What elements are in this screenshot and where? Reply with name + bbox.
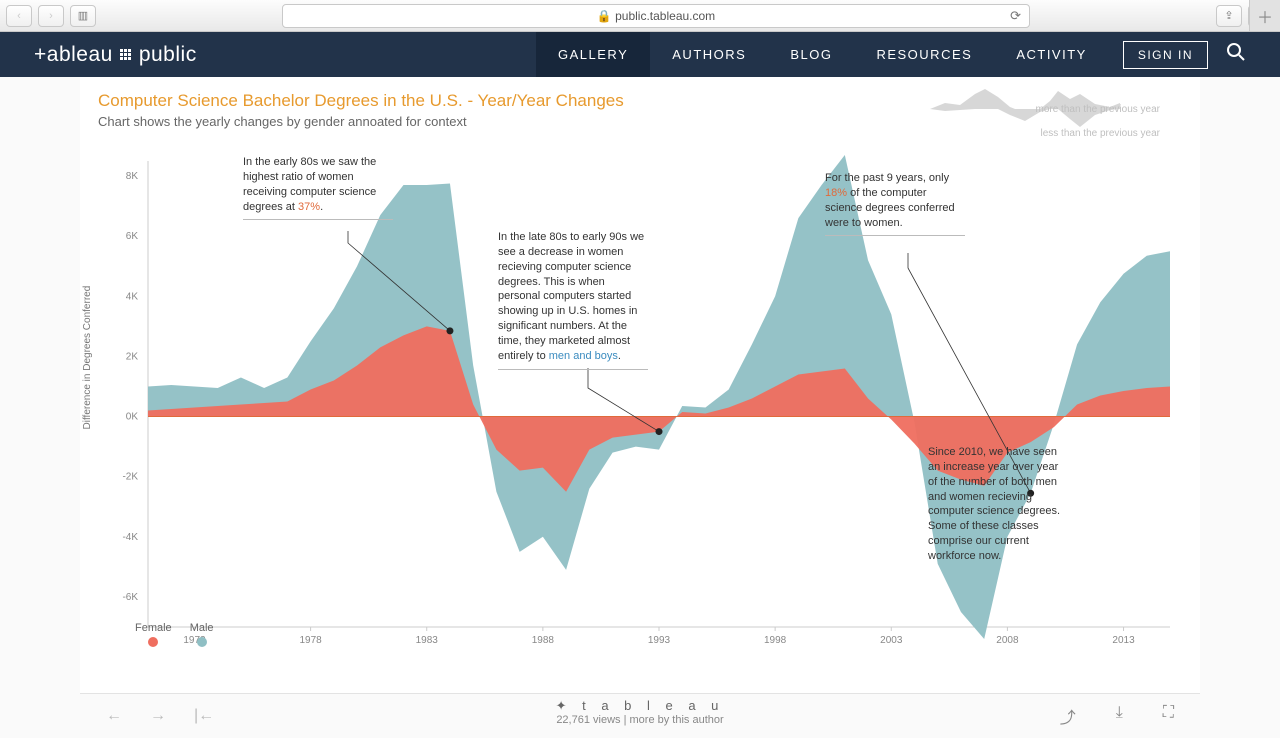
back-button[interactable]: ‹ (6, 5, 32, 27)
tableau-logo[interactable]: +ableau public (34, 43, 197, 67)
nav-resources[interactable]: RESOURCES (854, 32, 994, 77)
download-icon[interactable]: ⤓ (1116, 704, 1123, 728)
nav-activity[interactable]: ACTIVITY (994, 32, 1109, 77)
svg-text:2008: 2008 (996, 635, 1019, 646)
svg-text:4K: 4K (126, 291, 139, 302)
url-host: public.tableau.com (615, 9, 715, 23)
annotation-since-2010: Since 2010, we have seen an increase yea… (928, 445, 1068, 569)
fullscreen-icon[interactable]: ⛶ (1163, 704, 1174, 728)
svg-text:1993: 1993 (648, 635, 671, 646)
signin-button[interactable]: SIGN IN (1123, 41, 1208, 69)
browser-toolbar: ‹ › ▥ 🔒 public.tableau.com ⟳ ⇪ ⧉ ＋ (0, 0, 1280, 32)
y-axis-label: Difference in Degrees Conferred (82, 286, 93, 430)
svg-text:1983: 1983 (416, 635, 439, 646)
lock-icon: 🔒 (597, 9, 612, 23)
svg-text:2013: 2013 (1112, 635, 1135, 646)
annotation-late-80s: In the late 80s to early 90s we see a de… (498, 230, 648, 370)
chart-area[interactable]: Difference in Degrees Conferred -6K -4K -2… (80, 133, 1200, 693)
next-button[interactable]: → (150, 707, 166, 725)
svg-text:-6K: -6K (122, 592, 138, 603)
svg-text:0K: 0K (126, 412, 139, 423)
svg-text:1978: 1978 (299, 635, 322, 646)
annotation-early-80s: In the early 80s we saw the highest rati… (243, 155, 393, 220)
search-icon[interactable] (1226, 42, 1246, 67)
annotation-past-9-years: For the past 9 years, only 18% of the co… (825, 171, 965, 236)
more-by-author-link[interactable]: more by this author (630, 714, 724, 726)
svg-text:-4K: -4K (122, 532, 138, 543)
plus-icon (120, 49, 132, 61)
svg-text:8K: 8K (126, 171, 139, 182)
url-bar[interactable]: 🔒 public.tableau.com ⟳ (282, 4, 1030, 28)
svg-text:6K: 6K (126, 231, 139, 242)
nav-blog[interactable]: BLOG (768, 32, 854, 77)
reload-icon[interactable]: ⟳ (1010, 8, 1021, 24)
legend: Female Male (135, 622, 214, 647)
share-icon[interactable]: ⤴ (1060, 704, 1076, 728)
first-button[interactable]: |← (194, 707, 214, 725)
site-nav: +ableau public GALLERY AUTHORS BLOG RESO… (0, 32, 1280, 77)
svg-text:2003: 2003 (880, 635, 903, 646)
share-button[interactable]: ⇪ (1216, 5, 1242, 27)
sidebar-button[interactable]: ▥ (70, 5, 96, 27)
svg-text:1998: 1998 (764, 635, 787, 646)
tableau-footer-logo: ✦ t a b l e a u (556, 698, 725, 714)
forward-button[interactable]: › (38, 5, 64, 27)
viz-container: Computer Science Bachelor Degrees in the… (80, 77, 1200, 738)
viz-footer: ← → |← ✦ t a b l e a u 22,761 views | mo… (80, 693, 1200, 738)
nav-authors[interactable]: AUTHORS (650, 32, 768, 77)
new-tab-button[interactable]: ＋ (1249, 0, 1280, 31)
svg-text:1988: 1988 (532, 635, 555, 646)
svg-text:-2K: -2K (122, 472, 138, 483)
svg-text:2K: 2K (126, 351, 139, 362)
prev-button[interactable]: ← (106, 707, 122, 725)
nav-gallery[interactable]: GALLERY (536, 32, 650, 77)
